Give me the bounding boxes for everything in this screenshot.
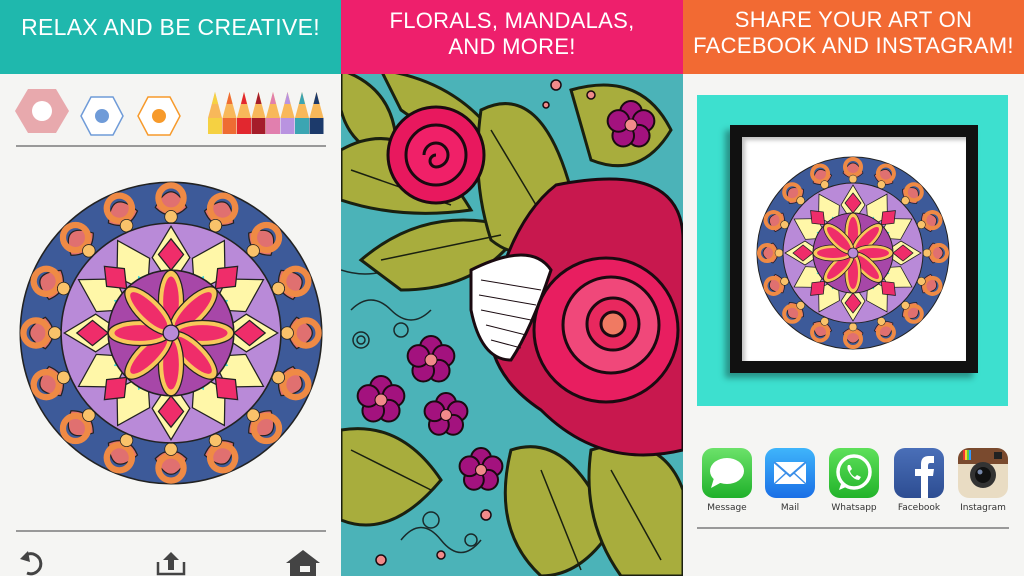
pencil-2[interactable] <box>222 92 237 134</box>
share-instagram[interactable]: Instagram <box>957 448 1009 513</box>
pencil-5[interactable] <box>266 92 280 134</box>
eraser-tool[interactable] <box>14 88 70 134</box>
share-icon[interactable] <box>156 552 186 576</box>
share-message[interactable]: Message <box>701 448 753 513</box>
brush-small-tool[interactable] <box>80 96 124 136</box>
whatsapp-icon <box>829 448 879 498</box>
mail-icon <box>765 448 815 498</box>
divider-top <box>16 145 326 147</box>
banner-share: SHARE YOUR ART ON FACEBOOK AND INSTAGRAM… <box>683 0 1024 74</box>
framed-mandala <box>756 156 950 350</box>
pencil-8[interactable] <box>309 92 324 134</box>
mandala-artwork[interactable] <box>14 176 328 490</box>
banner-relax: RELAX AND BE CREATIVE! <box>0 0 341 74</box>
pencil-7[interactable] <box>295 92 309 134</box>
pencil-3[interactable] <box>237 92 251 134</box>
panel-share: SHARE YOUR ART ON FACEBOOK AND INSTAGRAM… <box>683 0 1024 576</box>
banner-line-2: FACEBOOK AND INSTAGRAM! <box>693 33 1014 58</box>
panel-relax: RELAX AND BE CREATIVE! <box>0 0 341 576</box>
pencil-palette[interactable] <box>208 92 328 136</box>
brush-medium-tool[interactable] <box>137 96 181 136</box>
undo-icon[interactable] <box>18 549 46 576</box>
banner-line-1: FLORALS, MANDALAS, <box>389 8 635 33</box>
share-facebook[interactable]: Facebook <box>893 448 945 513</box>
home-icon[interactable] <box>286 550 320 576</box>
divider-bottom <box>16 530 326 532</box>
pencil-1[interactable] <box>208 92 222 134</box>
banner-line-2: AND MORE! <box>448 34 576 59</box>
panel-florals: FLORALS, MANDALAS, AND MORE! <box>341 0 683 576</box>
share-mail[interactable]: Mail <box>764 448 816 513</box>
banner-florals: FLORALS, MANDALAS, AND MORE! <box>341 0 683 74</box>
pencil-4[interactable] <box>251 92 266 134</box>
divider-share <box>697 527 1009 529</box>
banner-line-1: SHARE YOUR ART ON <box>734 7 973 32</box>
floral-artwork[interactable] <box>341 70 683 576</box>
message-icon <box>702 448 752 498</box>
facebook-icon <box>894 448 944 498</box>
share-whatsapp[interactable]: Whatsapp <box>828 448 880 513</box>
instagram-icon <box>958 448 1008 498</box>
pencil-6[interactable] <box>280 92 295 134</box>
